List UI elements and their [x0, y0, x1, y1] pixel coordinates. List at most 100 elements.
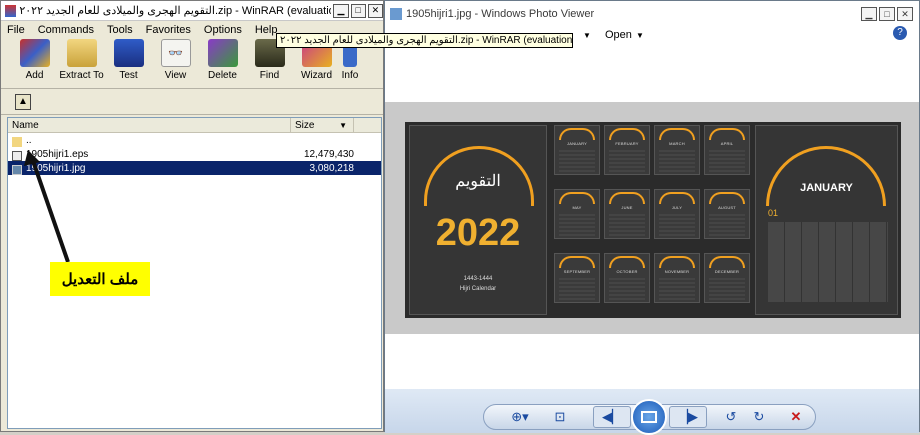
month-arch: [609, 192, 645, 204]
file-row-parent[interactable]: ..: [8, 133, 381, 147]
calendar-right-panel: JANUARY 01: [755, 125, 898, 315]
month-label: JULY: [671, 205, 683, 210]
previous-icon: ◀▏: [602, 409, 622, 424]
menu-open[interactable]: Open: [605, 29, 632, 41]
calendar-hijri-years: 1443-1444: [463, 276, 493, 282]
month-card: DECEMBER: [704, 253, 750, 303]
month-card: AUGUST: [704, 189, 750, 239]
winrar-title-text: التقويم الهجرى والميلادى للعام الجديد ٢٠…: [19, 5, 331, 17]
next-icon: ▕▶: [678, 409, 698, 424]
month-arch: [709, 128, 745, 140]
month-card: MARCH: [654, 125, 700, 175]
month-arch: [709, 256, 745, 268]
featured-month-number: 01: [768, 208, 779, 218]
delete-icon[interactable]: ✕: [788, 406, 804, 428]
month-arch: [659, 256, 695, 268]
month-card: NOVEMBER: [654, 253, 700, 303]
test-button[interactable]: Test: [105, 39, 152, 81]
extract-folder-icon: [66, 39, 97, 67]
slideshow-button[interactable]: [631, 399, 667, 435]
menu-commands[interactable]: Commands: [38, 24, 94, 36]
title-tooltip: التقويم الهجرى والميلادى للعام الجديد ٢٠…: [276, 33, 573, 48]
viewer-maximize-button[interactable]: □: [879, 7, 895, 21]
menu-help[interactable]: Help: [255, 24, 278, 36]
month-days-grid: [609, 150, 645, 172]
next-button[interactable]: ▕▶: [669, 406, 707, 428]
view-button[interactable]: 👓 View: [152, 39, 199, 81]
annotation-arrow: [24, 150, 70, 263]
close-button[interactable]: ✕: [367, 3, 383, 18]
month-days-grid: [659, 214, 695, 236]
zoom-icon[interactable]: ⊕▾: [505, 406, 535, 428]
photo-viewer-window: 1905hijri1.jpg - Windows Photo Viewer ▁ …: [384, 0, 920, 435]
month-card: SEPTEMBER: [554, 253, 600, 303]
help-icon[interactable]: ?: [893, 26, 907, 40]
menu-options[interactable]: Options: [204, 24, 242, 36]
month-card: FEBRUARY: [604, 125, 650, 175]
month-arch: [659, 128, 695, 140]
calendar-year: 2022: [435, 212, 521, 254]
delete-book-icon: [207, 39, 238, 67]
menu-tools[interactable]: Tools: [107, 24, 133, 36]
maximize-button[interactable]: □: [350, 3, 366, 18]
slideshow-icon: [641, 411, 657, 423]
calendar-caption: Hijri Calendar: [459, 286, 497, 292]
calendar-arabic-title: التقويم: [455, 171, 501, 190]
column-name[interactable]: Name: [8, 118, 291, 132]
up-folder-button[interactable]: ▲: [15, 93, 31, 110]
month-label: MAY: [572, 205, 582, 210]
rotate-left-icon[interactable]: ↺: [723, 406, 739, 428]
month-days-grid: [709, 214, 745, 236]
delete-button[interactable]: Delete: [199, 39, 246, 81]
address-bar: ▲: [1, 89, 383, 115]
featured-month-grid: [768, 222, 888, 302]
calendar-image: التقويم 2022 1443-1444 Hijri Calendar JA…: [405, 122, 901, 318]
winrar-title-bar[interactable]: التقويم الهجرى والميلادى للعام الجديد ٢٠…: [1, 1, 383, 21]
month-days-grid: [609, 214, 645, 236]
calendar-left-panel: التقويم 2022 1443-1444 Hijri Calendar: [409, 125, 547, 315]
month-card: OCTOBER: [604, 253, 650, 303]
annotation-label: ملف التعديل: [50, 262, 150, 296]
view-glasses-icon: 👓: [160, 39, 191, 67]
month-days-grid: [659, 278, 695, 300]
month-days-grid: [709, 278, 745, 300]
test-book-icon: [113, 39, 144, 67]
extract-to-button[interactable]: Extract To: [58, 39, 105, 81]
rotate-right-icon[interactable]: ↻: [751, 406, 767, 428]
month-arch: [609, 128, 645, 140]
viewer-controls: ⊕▾ ⊡ ◀▏ ▕▶ ↺ ↻ ✕: [385, 389, 919, 435]
open-dropdown-icon[interactable]: ▼: [636, 31, 644, 40]
month-label: AUGUST: [718, 205, 736, 210]
previous-button[interactable]: ◀▏: [593, 406, 631, 428]
month-label: JUNE: [621, 205, 633, 210]
arrow-up-icon: ▲: [18, 96, 28, 107]
sort-arrow-icon: ▼: [339, 121, 347, 130]
month-arch: [659, 192, 695, 204]
viewer-close-button[interactable]: ✕: [897, 7, 913, 21]
viewer-title-bar[interactable]: 1905hijri1.jpg - Windows Photo Viewer ▁ …: [385, 1, 919, 27]
add-archive-icon: [19, 39, 50, 67]
month-days-grid: [559, 214, 595, 236]
month-label: MARCH: [669, 141, 685, 146]
month-label: NOVEMBER: [664, 269, 690, 274]
month-card: JUNE: [604, 189, 650, 239]
month-arch: [709, 192, 745, 204]
actual-size-icon[interactable]: ⊡: [550, 406, 570, 428]
minimize-button[interactable]: ▁: [333, 3, 349, 18]
viewer-minimize-button[interactable]: ▁: [861, 7, 877, 21]
month-card: JULY: [654, 189, 700, 239]
add-button[interactable]: Add: [11, 39, 58, 81]
month-days-grid: [609, 278, 645, 300]
month-label: FEBRUARY: [615, 141, 639, 146]
column-size[interactable]: Size ▼: [291, 118, 354, 132]
month-label: APRIL: [720, 141, 734, 146]
month-label: SEPTEMBER: [563, 269, 591, 274]
arch-ornament-right: [766, 146, 886, 206]
month-card: MAY: [554, 189, 600, 239]
menu-favorites[interactable]: Favorites: [146, 24, 191, 36]
month-days-grid: [709, 150, 745, 172]
menu-file[interactable]: File: [7, 24, 25, 36]
dropdown-arrow-icon[interactable]: ▼: [583, 31, 591, 40]
month-days-grid: [559, 150, 595, 172]
month-days-grid: [559, 278, 595, 300]
